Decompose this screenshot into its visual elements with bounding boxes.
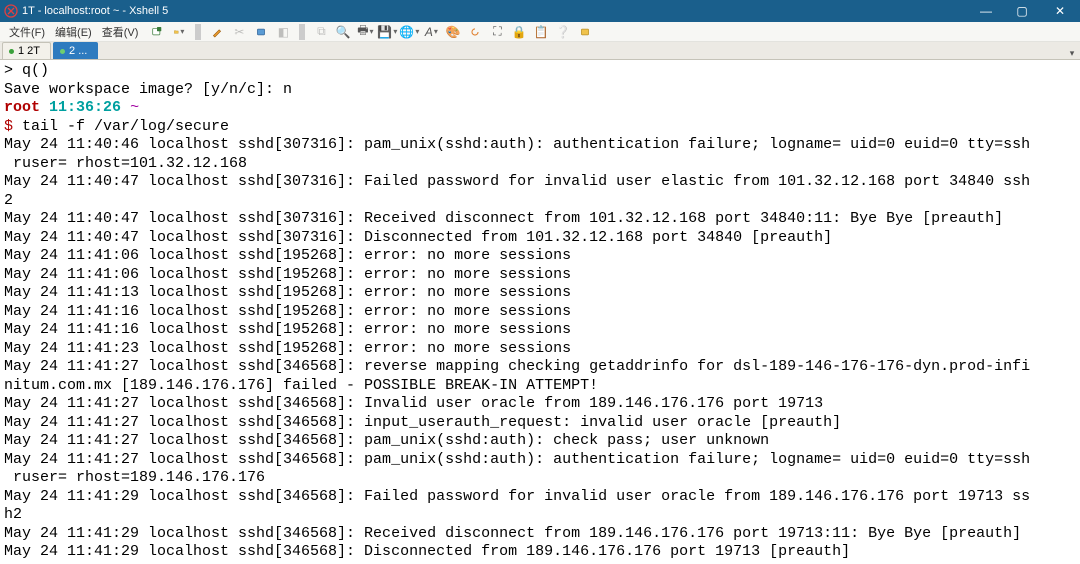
folder-icon[interactable] (171, 24, 187, 40)
copy-icon[interactable]: ⧉ (313, 24, 329, 40)
save-icon[interactable]: 💾 (379, 24, 395, 40)
terminal-line: Save workspace image? [y/n/c]: n (4, 81, 292, 98)
command-text: tail -f /var/log/secure (13, 118, 229, 135)
menu-view[interactable]: 查看(V) (99, 24, 142, 40)
globe-icon[interactable]: 🌐 (401, 24, 417, 40)
log-output: May 24 11:40:46 localhost sshd[307316]: … (4, 136, 1030, 560)
help-icon[interactable]: ❔ (555, 24, 571, 40)
brush-icon[interactable] (209, 24, 225, 40)
fullscreen-icon[interactable]: ⛶ (489, 24, 505, 40)
close-button[interactable]: ✕ (1040, 0, 1080, 22)
tab-2[interactable]: 2 ... (53, 42, 98, 59)
reconnect-icon[interactable] (253, 24, 269, 40)
status-dot-icon (60, 49, 65, 54)
prompt-user: root (4, 99, 40, 116)
prompt-time: 11:36:26 (49, 99, 121, 116)
font-icon[interactable]: A (423, 24, 439, 40)
refresh-icon[interactable] (467, 24, 483, 40)
tab-bar: 1 2T 2 ... ▾ (0, 42, 1080, 60)
status-dot-icon (9, 49, 14, 54)
tab-label: 1 2T (18, 45, 40, 57)
tab-1[interactable]: 1 2T (2, 42, 51, 59)
calendar-icon[interactable]: 📋 (533, 24, 549, 40)
separator (195, 24, 201, 40)
menubar: 文件(F) 编辑(E) 查看(V) ✂ ◧ ⧉ 🔍 🖶 💾 🌐 A 🎨 ⛶ 🔒 … (0, 22, 1080, 42)
new-session-icon[interactable] (149, 24, 165, 40)
tab-label: 2 ... (69, 45, 87, 57)
terminal-output[interactable]: > q() Save workspace image? [y/n/c]: n r… (0, 60, 1080, 564)
separator (299, 24, 305, 40)
prompt-path: ~ (130, 99, 139, 116)
search-icon[interactable]: 🔍 (335, 24, 351, 40)
tab-menu-caret-icon[interactable]: ▾ (1064, 48, 1080, 59)
prompt-symbol: $ (4, 118, 13, 135)
color-icon[interactable]: 🎨 (445, 24, 461, 40)
menu-file[interactable]: 文件(F) (6, 24, 48, 40)
menu-edit[interactable]: 编辑(E) (52, 24, 95, 40)
minimize-button[interactable]: — (968, 0, 1004, 22)
terminal-line: > q() (4, 62, 49, 79)
lock-icon[interactable]: 🔒 (511, 24, 527, 40)
app-icon (4, 4, 18, 18)
scissors-icon[interactable]: ✂ (231, 24, 247, 40)
maximize-button[interactable]: ▢ (1004, 0, 1040, 22)
window-title: 1T - localhost:root ~ - Xshell 5 (22, 5, 968, 17)
transfer-icon[interactable] (577, 24, 593, 40)
print-icon[interactable]: 🖶 (357, 24, 373, 40)
properties-icon[interactable]: ◧ (275, 24, 291, 40)
